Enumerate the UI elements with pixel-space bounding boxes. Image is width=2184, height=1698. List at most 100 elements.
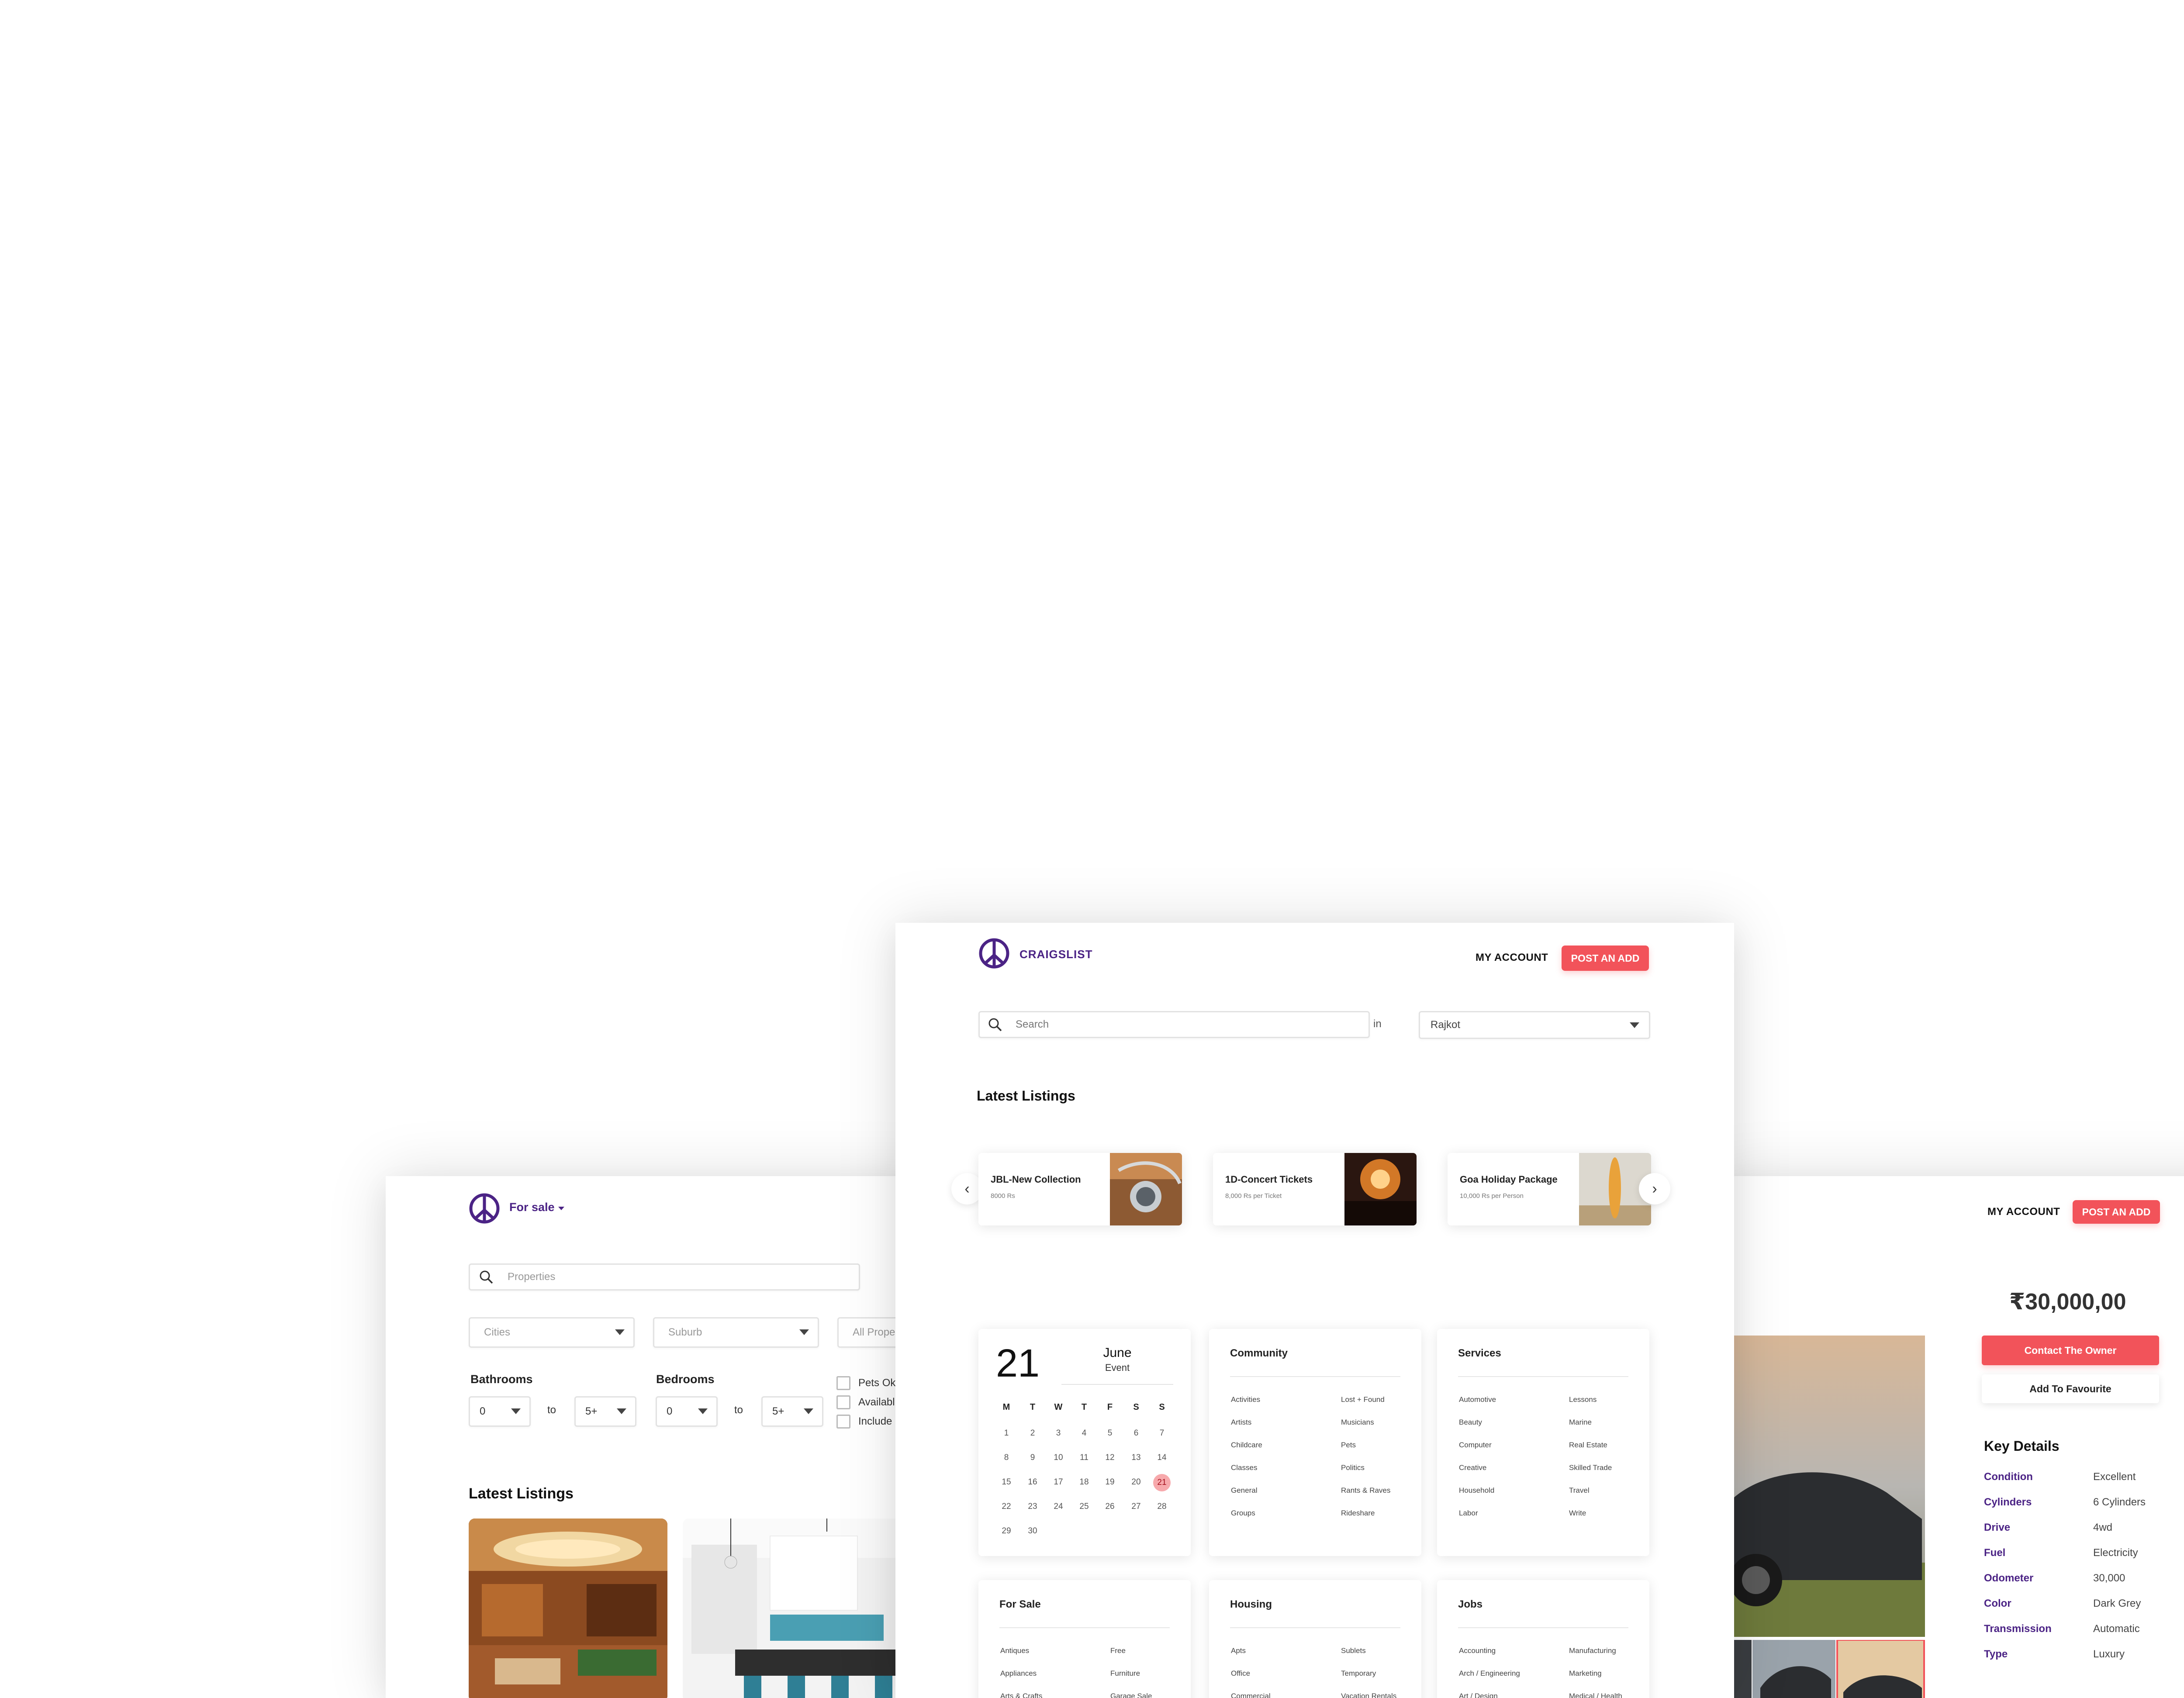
calendar-day[interactable]: 8 [998, 1453, 1015, 1463]
category-link[interactable]: Marketing [1569, 1669, 1602, 1678]
bedrooms-from-select[interactable]: 0 [656, 1396, 718, 1427]
category-link[interactable]: Rants & Raves [1341, 1486, 1390, 1495]
category-link[interactable]: Apts [1231, 1646, 1246, 1655]
calendar-day[interactable]: 7 [1153, 1429, 1171, 1438]
bathrooms-to-select[interactable]: 5+ [574, 1396, 636, 1427]
calendar-day[interactable]: 15 [998, 1477, 1015, 1487]
category-link[interactable]: Appliances [1000, 1669, 1037, 1678]
car-thumbnails[interactable] [1730, 1640, 1925, 1698]
calendar-day[interactable]: 23 [1024, 1502, 1041, 1512]
calendar-day[interactable]: 29 [998, 1526, 1015, 1536]
brand-name[interactable]: CRAIGSLIST [1019, 948, 1092, 961]
calendar-day[interactable]: 10 [1050, 1453, 1067, 1463]
category-link[interactable]: Vacation Rentals [1341, 1692, 1396, 1698]
peace-icon[interactable] [978, 938, 1010, 969]
category-link[interactable]: Sublets [1341, 1646, 1366, 1655]
category-link[interactable]: Office [1231, 1669, 1250, 1678]
category-dropdown[interactable]: For sale [509, 1201, 564, 1214]
peace-icon[interactable] [469, 1193, 500, 1224]
category-title[interactable]: Community [1230, 1347, 1288, 1360]
car-main-photo[interactable] [1730, 1336, 1925, 1637]
category-link[interactable]: Manufacturing [1569, 1646, 1616, 1655]
category-title[interactable]: Housing [1230, 1598, 1272, 1611]
category-link[interactable]: Classes [1231, 1463, 1257, 1472]
category-link[interactable]: Skilled Trade [1569, 1463, 1612, 1472]
category-link[interactable]: Travel [1569, 1486, 1590, 1495]
search-input[interactable]: Search [978, 1011, 1370, 1038]
calendar-day[interactable]: 18 [1075, 1477, 1093, 1487]
available-checkbox[interactable] [836, 1395, 850, 1409]
category-link[interactable]: Commercial [1231, 1692, 1271, 1698]
category-link[interactable]: Rideshare [1341, 1509, 1375, 1518]
calendar-day[interactable]: 17 [1050, 1477, 1067, 1487]
calendar-day[interactable]: 19 [1101, 1477, 1119, 1487]
calendar-day[interactable]: 13 [1127, 1453, 1145, 1463]
category-link[interactable]: Creative [1459, 1463, 1486, 1472]
category-link[interactable]: Furniture [1110, 1669, 1140, 1678]
calendar-day[interactable]: 2 [1024, 1429, 1041, 1438]
calendar-day[interactable]: 1 [998, 1429, 1015, 1438]
category-title[interactable]: For Sale [999, 1598, 1041, 1611]
category-link[interactable]: Politics [1341, 1463, 1365, 1472]
calendar-day[interactable]: 6 [1127, 1429, 1145, 1438]
category-link[interactable]: Musicians [1341, 1418, 1374, 1427]
category-link[interactable]: Groups [1231, 1509, 1255, 1518]
category-link[interactable]: General [1231, 1486, 1257, 1495]
listing-photo-billiards-room[interactable] [469, 1519, 667, 1698]
category-link[interactable]: Write [1569, 1509, 1586, 1518]
category-link[interactable]: Arch / Engineering [1459, 1669, 1520, 1678]
category-link[interactable]: Beauty [1459, 1418, 1482, 1427]
carousel-next-button[interactable]: › [1639, 1173, 1670, 1204]
category-title[interactable]: Services [1458, 1347, 1501, 1360]
category-link[interactable]: Pets [1341, 1441, 1356, 1450]
listing-card[interactable]: 1D-Concert Tickets 8,000 Rs per Ticket [1213, 1153, 1417, 1225]
bedrooms-to-select[interactable]: 5+ [761, 1396, 823, 1427]
calendar-day[interactable]: 28 [1153, 1502, 1171, 1512]
category-link[interactable]: Antiques [1000, 1646, 1029, 1655]
calendar-day[interactable]: 5 [1101, 1429, 1119, 1438]
category-link[interactable]: Childcare [1231, 1441, 1262, 1450]
category-link[interactable]: Automotive [1459, 1395, 1496, 1404]
bathrooms-from-select[interactable]: 0 [469, 1396, 531, 1427]
calendar-day[interactable]: 27 [1127, 1502, 1145, 1512]
category-link[interactable]: Lessons [1569, 1395, 1597, 1404]
calendar-day[interactable]: 26 [1101, 1502, 1119, 1512]
category-link[interactable]: Garage Sale [1110, 1692, 1152, 1698]
calendar-day[interactable]: 22 [998, 1502, 1015, 1512]
cities-select[interactable]: Cities [469, 1317, 635, 1348]
category-link[interactable]: Lost + Found [1341, 1395, 1385, 1404]
calendar-day[interactable]: 11 [1075, 1453, 1093, 1463]
calendar-day[interactable]: 14 [1153, 1453, 1171, 1463]
category-link[interactable]: Medical / Health [1569, 1692, 1622, 1698]
category-link[interactable]: Marine [1569, 1418, 1592, 1427]
contact-owner-button[interactable]: Contact The Owner [1982, 1336, 2159, 1365]
category-link[interactable]: Art / Design [1459, 1692, 1498, 1698]
post-ad-button[interactable]: POST AN ADD [2073, 1200, 2160, 1224]
category-link[interactable]: Temporary [1341, 1669, 1376, 1678]
location-select[interactable]: Rajkot [1419, 1011, 1650, 1039]
pets-ok-checkbox[interactable] [836, 1376, 850, 1390]
listing-card[interactable]: Goa Holiday Package 10,000 Rs per Person [1448, 1153, 1651, 1225]
calendar-day[interactable]: 25 [1075, 1502, 1093, 1512]
add-to-favourite-button[interactable]: Add To Favourite [1982, 1374, 2159, 1403]
calendar-day[interactable]: 3 [1050, 1429, 1067, 1438]
calendar-day[interactable]: 9 [1024, 1453, 1041, 1463]
post-ad-button[interactable]: POST AN ADD [1562, 946, 1649, 971]
include-checkbox[interactable] [836, 1415, 850, 1429]
calendar-day[interactable]: 24 [1050, 1502, 1067, 1512]
category-link[interactable]: Activities [1231, 1395, 1260, 1404]
category-link[interactable]: Free [1110, 1646, 1126, 1655]
calendar-day[interactable]: 12 [1101, 1453, 1119, 1463]
category-title[interactable]: Jobs [1458, 1598, 1482, 1611]
suburb-select[interactable]: Suburb [653, 1317, 819, 1348]
calendar-day[interactable]: 30 [1024, 1526, 1041, 1536]
category-link[interactable]: Arts & Crafts [1000, 1692, 1042, 1698]
category-link[interactable]: Computer [1459, 1441, 1492, 1450]
my-account-link[interactable]: MY ACCOUNT [1987, 1206, 2060, 1218]
category-link[interactable]: Labor [1459, 1509, 1478, 1518]
category-link[interactable]: Household [1459, 1486, 1494, 1495]
calendar-day[interactable]: 4 [1075, 1429, 1093, 1438]
calendar-day[interactable]: 20 [1127, 1477, 1145, 1487]
category-link[interactable]: Accounting [1459, 1646, 1496, 1655]
listing-card[interactable]: JBL-New Collection 8000 Rs [978, 1153, 1182, 1225]
